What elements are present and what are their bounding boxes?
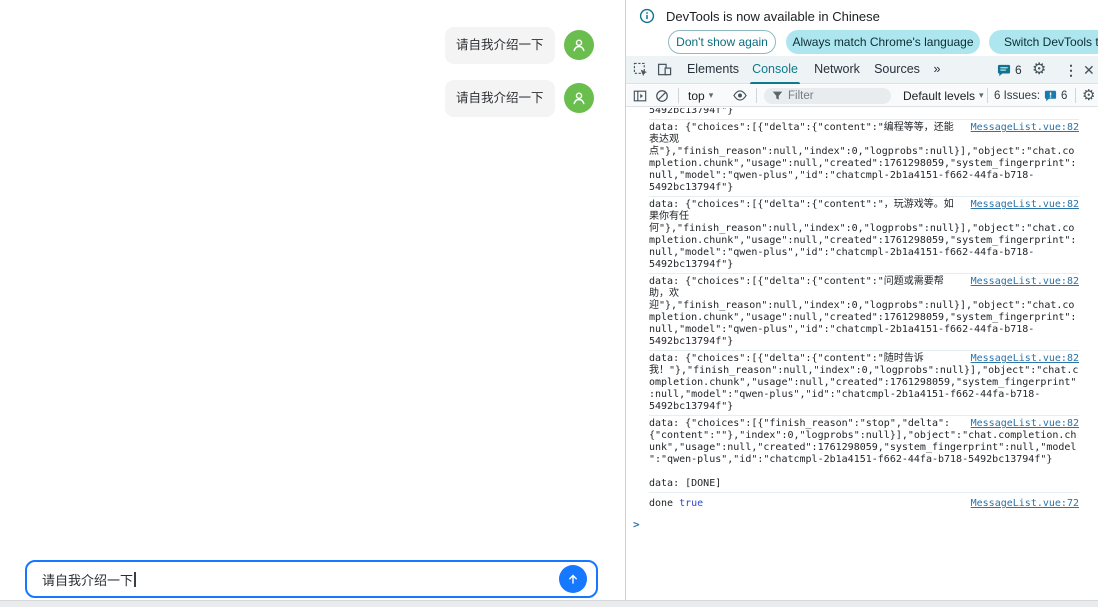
switch-devtools-language-button[interactable]: Switch DevTools to xyxy=(989,30,1098,54)
clear-console-icon[interactable] xyxy=(655,85,669,106)
execution-context-label: top xyxy=(688,88,705,103)
source-link[interactable]: MessageList.vue:72 xyxy=(965,498,1079,509)
toolbar-divider xyxy=(1075,88,1076,103)
source-link[interactable]: MessageList.vue:82 xyxy=(965,418,1079,429)
boolean-value: true xyxy=(679,498,704,509)
person-icon xyxy=(573,92,585,105)
device-toolbar-icon[interactable] xyxy=(657,62,672,77)
text-cursor xyxy=(134,571,136,587)
devtools-settings-gear-icon[interactable]: ⚙ xyxy=(1032,62,1046,78)
user-avatar xyxy=(563,83,594,113)
always-match-language-button[interactable]: Always match Chrome's language xyxy=(786,30,980,54)
filter-input[interactable] xyxy=(788,89,878,102)
source-link[interactable]: MessageList.vue:82 xyxy=(965,353,1079,364)
console-entry: data: {"choices":[{"delta":{"content":"编… xyxy=(649,120,1079,197)
inspect-element-icon[interactable] xyxy=(633,62,648,77)
toolbar-divider xyxy=(678,88,679,103)
toolbar-divider xyxy=(987,88,988,103)
chevron-down-icon: ▾ xyxy=(708,90,714,100)
devtools-tab-bar: Elements Console Network Sources » 6 ⚙ ⋮… xyxy=(626,56,1098,84)
message-bubble-icon xyxy=(997,64,1011,76)
source-link[interactable]: MessageList.vue:82 xyxy=(965,122,1079,133)
arrow-up-icon xyxy=(569,574,577,584)
kebab-menu-icon[interactable]: ⋮ xyxy=(1064,63,1078,77)
tab-network[interactable]: Network xyxy=(810,56,864,84)
console-prompt-chevron[interactable]: > xyxy=(633,512,1079,531)
send-button[interactable] xyxy=(559,565,587,593)
toolbar-divider xyxy=(756,88,757,103)
live-expression-eye-icon[interactable] xyxy=(732,85,748,106)
dont-show-again-button[interactable]: Don't show again xyxy=(668,30,776,54)
person-icon xyxy=(573,39,585,52)
devtools-pane: DevTools is now available in Chinese Don… xyxy=(625,0,1098,600)
console-messages-count[interactable]: 6 xyxy=(997,63,1022,77)
info-icon xyxy=(639,8,655,29)
log-levels-label: Default levels xyxy=(903,88,976,103)
console-entry: data: {"choices":[{"delta":{"content":"，… xyxy=(649,197,1079,274)
tab-elements[interactable]: Elements xyxy=(684,56,742,84)
more-tabs-chevron[interactable]: » xyxy=(928,56,946,84)
screen: 请自我介绍一下 请自我介绍一下 请自我介绍一下 DevTools is now … xyxy=(0,0,1098,607)
tab-sources[interactable]: Sources xyxy=(872,56,922,84)
devtools-language-infobar: DevTools is now available in Chinese Don… xyxy=(626,0,1098,56)
console-filter[interactable] xyxy=(764,87,891,104)
chat-input[interactable]: 请自我介绍一下 xyxy=(25,560,598,598)
chat-pane: 请自我介绍一下 请自我介绍一下 请自我介绍一下 xyxy=(0,0,625,600)
console-entry: done true MessageList.vue:72 xyxy=(649,493,1079,512)
user-message-bubble: 请自我介绍一下 xyxy=(445,27,555,64)
issues-counter[interactable]: 6 Issues: 6 xyxy=(994,85,1067,106)
close-devtools-icon[interactable]: ✕ xyxy=(1083,63,1095,77)
console-entry: data: {"choices":[{"delta":{"content":"随… xyxy=(649,351,1079,416)
log-levels-selector[interactable]: Default levels ▾ xyxy=(903,85,984,106)
chat-message-row: 请自我介绍一下 xyxy=(445,27,594,64)
issue-bubble-icon xyxy=(1044,90,1057,101)
chevron-down-icon: ▾ xyxy=(979,90,984,100)
console-settings-gear-icon[interactable]: ⚙ xyxy=(1082,88,1095,103)
console-log-area[interactable]: 5492bc13794f"} data: {"choices":[{"delta… xyxy=(626,108,1098,600)
active-tab-underline xyxy=(750,81,800,84)
chat-message-row: 请自我介绍一下 xyxy=(445,80,594,117)
console-log-text: done xyxy=(649,498,674,509)
source-link[interactable]: MessageList.vue:82 xyxy=(965,199,1079,210)
user-message-bubble: 请自我介绍一下 xyxy=(445,80,555,117)
user-avatar xyxy=(563,30,594,60)
console-toolbar: top ▾ Default levels ▾ xyxy=(626,85,1098,107)
console-log-text: 5492bc13794f"} xyxy=(649,108,734,116)
execution-context-selector[interactable]: top ▾ xyxy=(688,85,713,106)
chat-input-value: 请自我介绍一下 xyxy=(42,572,134,588)
issues-label: 6 Issues: xyxy=(994,89,1041,102)
console-sidebar-icon[interactable] xyxy=(633,85,647,106)
tab-console[interactable]: Console xyxy=(748,56,802,84)
console-messages-count-value: 6 xyxy=(1015,63,1022,77)
tab-console-label: Console xyxy=(752,62,798,76)
console-entry: data: {"choices":[{"finish_reason":"stop… xyxy=(649,416,1079,493)
source-link[interactable]: MessageList.vue:82 xyxy=(965,276,1079,287)
funnel-icon xyxy=(772,91,783,100)
infobar-message: DevTools is now available in Chinese xyxy=(666,9,880,24)
issues-count-value: 6 xyxy=(1061,89,1068,102)
console-entry: 5492bc13794f"} xyxy=(649,108,1079,120)
console-entry: data: {"choices":[{"delta":{"content":"问… xyxy=(649,274,1079,351)
window-bottom-edge xyxy=(0,600,1098,607)
